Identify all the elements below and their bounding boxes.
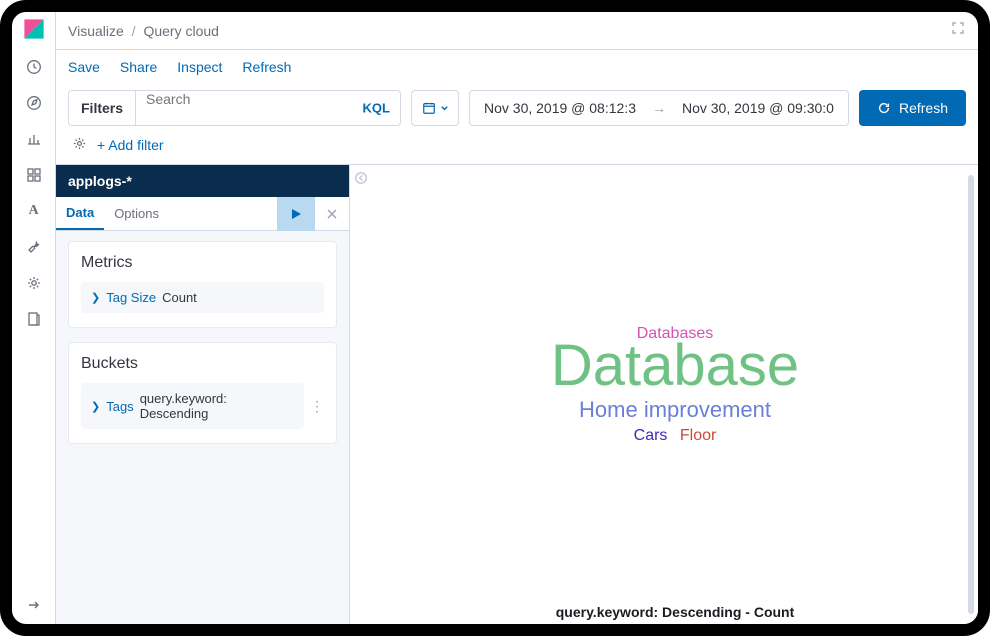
metric-value: Count <box>162 290 197 305</box>
cloud-word[interactable]: Cars <box>634 427 668 444</box>
cloud-word[interactable]: Database <box>551 337 799 395</box>
buckets-title: Buckets <box>81 355 324 373</box>
nav-canvas-icon[interactable]: A <box>25 202 43 220</box>
discard-changes-button[interactable] <box>315 197 349 231</box>
bucket-value: query.keyword: Descending <box>140 391 294 421</box>
cloud-word[interactable]: Floor <box>680 427 716 444</box>
apply-changes-button[interactable] <box>277 197 315 231</box>
date-quick-select[interactable] <box>411 90 459 126</box>
nav-collapse-icon[interactable] <box>25 596 43 614</box>
metrics-title: Metrics <box>81 254 324 272</box>
panel-tab-options[interactable]: Options <box>104 197 169 230</box>
tab-inspect[interactable]: Inspect <box>177 59 222 75</box>
filter-bar: Filters KQL Nov 30, 2019 @ 08:12:3 → Nov… <box>56 84 978 132</box>
add-filter-link[interactable]: + Add filter <box>97 137 164 153</box>
breadcrumb-root[interactable]: Visualize <box>68 23 124 39</box>
cloud-word[interactable]: Home improvement <box>551 397 799 423</box>
action-tabs: Save Share Inspect Refresh <box>56 50 978 84</box>
breadcrumb-current: Query cloud <box>143 23 218 39</box>
metric-agg-item[interactable]: ❯ Tag Size Count <box>81 282 324 313</box>
add-filter-row: + Add filter <box>56 132 978 164</box>
nav-discover-icon[interactable] <box>25 94 43 112</box>
buckets-section: Buckets ❯ Tags query.keyword: Descending… <box>68 342 337 444</box>
editor-sidepanel: applogs-* Data Options Met <box>56 165 350 624</box>
topbar: Visualize / Query cloud <box>56 12 978 50</box>
tag-cloud: Databases Database Home improvement Cars… <box>551 325 799 445</box>
nav-visualize-icon[interactable] <box>25 130 43 148</box>
tab-save[interactable]: Save <box>68 59 100 75</box>
metric-label: Tag Size <box>106 290 156 305</box>
filter-settings-icon[interactable] <box>72 136 87 154</box>
panel-tabs: Data Options <box>56 197 349 231</box>
bucket-agg-item[interactable]: ❯ Tags query.keyword: Descending <box>81 383 304 429</box>
tab-share[interactable]: Share <box>120 59 157 75</box>
refresh-button[interactable]: Refresh <box>859 90 966 126</box>
nav-dashboard-icon[interactable] <box>25 166 43 184</box>
chart-legend-label: query.keyword: Descending - Count <box>556 604 795 620</box>
search-input[interactable] <box>136 91 400 107</box>
nav-devtools-icon[interactable] <box>25 238 43 256</box>
bucket-label: Tags <box>106 399 133 414</box>
kql-toggle[interactable]: KQL <box>363 101 390 116</box>
visualization-canvas: Databases Database Home improvement Cars… <box>372 165 978 624</box>
metrics-section: Metrics ❯ Tag Size Count <box>68 241 337 328</box>
nav-logs-icon[interactable] <box>25 310 43 328</box>
scrollbar[interactable] <box>968 175 974 614</box>
collapse-panel-button[interactable] <box>350 165 372 624</box>
breadcrumb-separator: / <box>132 23 136 39</box>
chevron-right-icon: ❯ <box>91 400 100 413</box>
breadcrumb: Visualize / Query cloud <box>68 23 219 39</box>
panel-tab-data[interactable]: Data <box>56 197 104 230</box>
date-to: Nov 30, 2019 @ 09:30:0 <box>682 100 834 116</box>
date-from: Nov 30, 2019 @ 08:12:3 <box>484 100 636 116</box>
nav-recent-icon[interactable] <box>25 58 43 76</box>
filters-label[interactable]: Filters <box>69 91 136 125</box>
nav-management-icon[interactable] <box>25 274 43 292</box>
index-pattern-header[interactable]: applogs-* <box>56 165 349 197</box>
tab-refresh[interactable]: Refresh <box>242 59 291 75</box>
arrow-right-icon: → <box>652 100 666 116</box>
date-range[interactable]: Nov 30, 2019 @ 08:12:3 → Nov 30, 2019 @ … <box>469 90 849 126</box>
left-nav-rail: A <box>12 12 56 624</box>
kibana-logo <box>23 18 45 40</box>
drag-handle-icon[interactable]: ⋮ <box>310 398 324 415</box>
fullscreen-icon[interactable] <box>950 20 966 41</box>
refresh-button-label: Refresh <box>899 100 948 116</box>
chevron-right-icon: ❯ <box>91 291 100 304</box>
